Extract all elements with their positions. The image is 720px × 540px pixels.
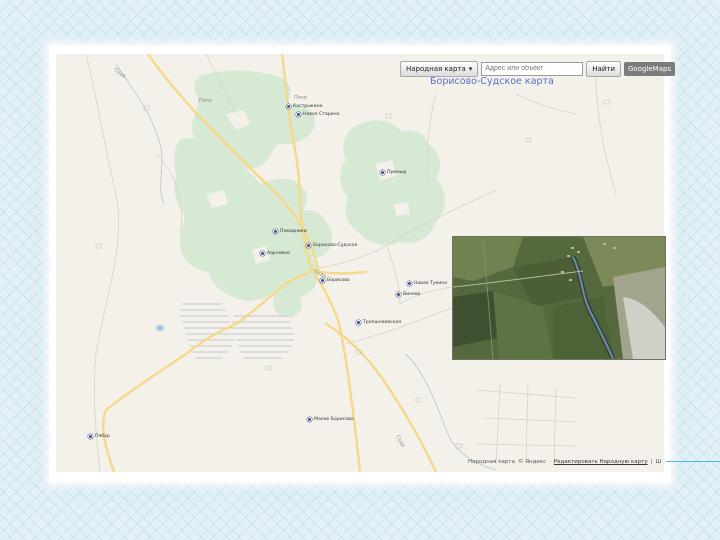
place-label: Винево	[403, 292, 421, 297]
place-marker[interactable]: Кастрыкино	[286, 104, 322, 109]
place-marker[interactable]: Борисово	[320, 278, 350, 283]
satellite-inset[interactable]	[452, 236, 666, 360]
place-dot-icon	[296, 112, 301, 117]
google-maps-button[interactable]: GoogleMaps	[624, 62, 676, 76]
place-dot-icon	[407, 281, 412, 286]
place-label: Борисово	[327, 278, 350, 283]
place-marker[interactable]: Тропшнаевская	[356, 320, 401, 325]
place-label: Тропшнаевская	[363, 320, 401, 325]
map-type-label: Народная карта	[406, 65, 466, 73]
place-label: Поводники	[280, 229, 307, 234]
place-dot-icon	[380, 170, 385, 175]
place-label: Малое Борисово	[314, 417, 354, 422]
place-label: Примыр	[387, 170, 407, 175]
place-label: Борисово-Судское	[313, 243, 358, 248]
place-label: Новая Тукино	[414, 281, 448, 286]
place-dot-icon	[260, 251, 265, 256]
place-dot-icon	[286, 104, 291, 109]
footer-pipe: |	[650, 459, 653, 465]
place-dot-icon	[356, 320, 361, 325]
place-label: Аарчевно	[267, 251, 290, 256]
satellite-image	[453, 237, 665, 359]
place-marker[interactable]: Новое Старино	[296, 112, 339, 117]
place-label: Пябар	[95, 434, 110, 439]
find-button[interactable]: Найти	[586, 61, 621, 77]
footer-copyright: © Яндекс	[517, 459, 547, 465]
map-footer: Народная карта © Яндекс · Редактировать …	[468, 459, 661, 465]
place-dot-icon	[320, 278, 325, 283]
road-label-nw: Пячо	[199, 98, 212, 104]
place-dot-icon	[307, 417, 312, 422]
place-label: Кастрыкино	[293, 104, 323, 109]
place-marker[interactable]: Малое Борисово	[307, 417, 354, 422]
map-title-link-borisovo[interactable]: Борисово	[430, 76, 477, 87]
road-label-ne: Пячо	[294, 95, 307, 101]
map-type-dropdown[interactable]: Народная карта ▾	[400, 61, 479, 77]
place-dot-icon	[396, 292, 401, 297]
address-search-input[interactable]	[481, 62, 584, 76]
place-marker[interactable]: Борисово-Судское	[306, 243, 357, 248]
place-marker[interactable]: Новая Тукино	[407, 281, 447, 286]
place-marker[interactable]: Примыр	[380, 170, 406, 175]
road-label-river-north: Суда	[113, 67, 127, 80]
road-label-south: Суда	[394, 434, 406, 448]
map-title: Борисово-Судское карта	[430, 76, 554, 87]
place-marker[interactable]: Пябар	[88, 434, 110, 439]
footer-text: Народная карта	[468, 459, 515, 465]
footer-separator: ·	[549, 459, 551, 465]
slide-accent-line	[666, 461, 720, 462]
place-label: Новое Старино	[303, 112, 340, 117]
edit-map-link[interactable]: Редактировать Народную карту	[554, 459, 648, 465]
place-marker[interactable]: Винево	[396, 292, 421, 297]
place-dot-icon	[306, 243, 311, 248]
map-title-link-sudskoe[interactable]: Судское карта	[480, 76, 553, 87]
footer-more-link[interactable]: Ш	[655, 459, 661, 465]
search-bar: Народная карта ▾ Найти GoogleMaps	[400, 61, 676, 77]
chevron-down-icon: ▾	[468, 65, 473, 73]
water-bodies	[156, 325, 164, 331]
place-marker[interactable]: Аарчевно	[260, 251, 290, 256]
place-dot-icon	[88, 434, 93, 439]
place-marker[interactable]: Поводники	[273, 229, 307, 234]
place-dot-icon	[273, 229, 278, 234]
